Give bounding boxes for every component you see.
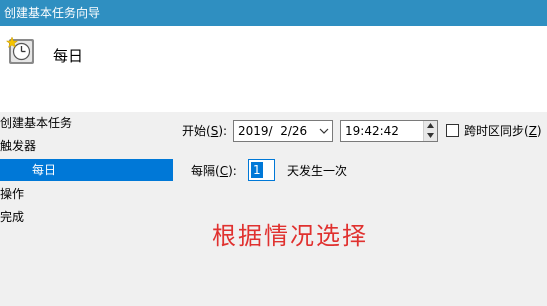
chevron-down-icon[interactable] [319, 126, 329, 136]
title-bar: 创建基本任务向导 [0, 0, 547, 26]
timezone-sync-label[interactable]: 跨时区同步(Z) [464, 121, 542, 141]
start-date-picker[interactable]: 2019/ 2/26 [233, 120, 333, 142]
sidebar-item-finish[interactable]: 完成 [0, 206, 24, 228]
sidebar-item-label: 完成 [0, 210, 25, 224]
wizard-steps-sidebar: 创建基本任务 触发器 每日 操作 完成 [0, 112, 175, 306]
window-title: 创建基本任务向导 [4, 6, 101, 20]
annotation-text: 根据情况选择 [212, 222, 368, 250]
time-spinner[interactable] [423, 121, 437, 141]
start-time-picker[interactable]: 19:42:42 [340, 120, 438, 142]
spin-down-button[interactable] [424, 131, 437, 141]
start-label: 开始(S): [182, 124, 228, 138]
start-date-value: 2019/ 2/26 [238, 124, 308, 138]
sidebar-item-label: 创建基本任务 [0, 116, 73, 130]
clock-icon [6, 36, 34, 64]
timezone-sync-checkbox[interactable] [446, 124, 459, 137]
wizard-window: 创建基本任务向导 每日 创建基本任务 触发器 每日 操作 完成 开始(S): 2… [0, 0, 547, 306]
trigger-settings-panel: 开始(S): 2019/ 2/26 19:42:42 跨时区同步(Z) 每隔(C… [175, 112, 547, 306]
sidebar-item-label: 触发器 [0, 139, 37, 153]
sidebar-item-trigger[interactable]: 触发器 [0, 135, 36, 157]
sidebar-item-label: 每日 [32, 163, 57, 177]
wizard-header: 每日 [0, 26, 547, 112]
page-title: 每日 [53, 47, 84, 65]
start-time-value: 19:42:42 [345, 124, 399, 138]
sidebar-item-label: 操作 [0, 187, 25, 201]
recur-every-label: 每隔(C): [191, 164, 237, 178]
recur-interval-value: 1 [251, 162, 263, 178]
triangle-down-icon [427, 133, 434, 138]
triangle-up-icon [427, 123, 434, 128]
sidebar-item-daily[interactable]: 每日 [0, 159, 173, 181]
spin-up-button[interactable] [424, 121, 437, 131]
recur-suffix-label: 天发生一次 [287, 164, 348, 178]
recur-interval-input[interactable]: 1 [248, 159, 275, 181]
sidebar-item-action[interactable]: 操作 [0, 183, 24, 205]
sidebar-item-create-basic-task[interactable]: 创建基本任务 [0, 112, 72, 134]
